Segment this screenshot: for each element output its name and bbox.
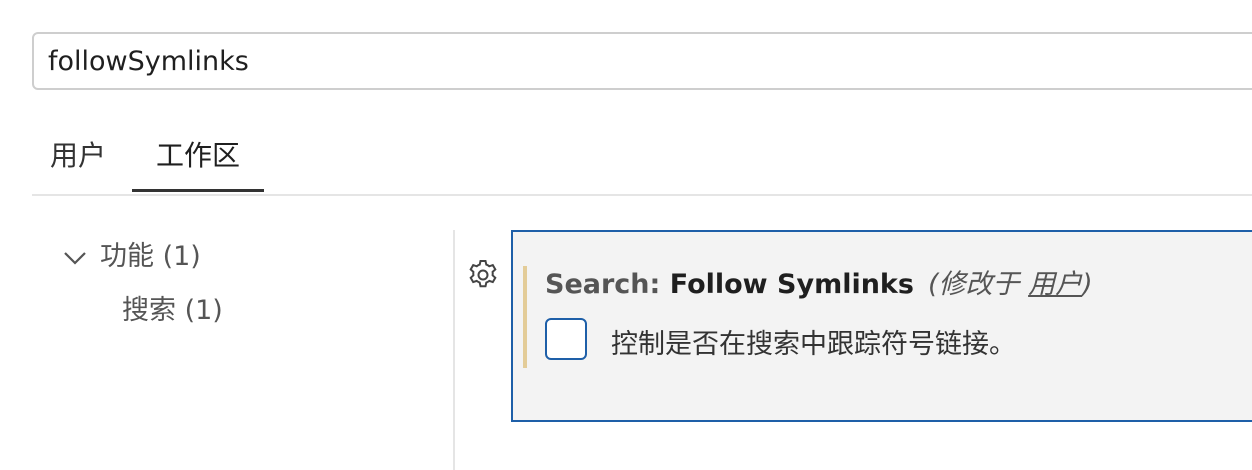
chevron-down-icon[interactable] [60, 246, 90, 270]
setting-name: Follow Symlinks [669, 269, 914, 300]
toc-divider [453, 230, 455, 470]
settings-search-input[interactable] [48, 34, 1228, 88]
toc-item-features-label: 功能 (1) [100, 241, 201, 272]
toc-item-search-label: 搜索 (1) [122, 295, 223, 326]
follow-symlinks-checkbox[interactable] [545, 318, 587, 360]
modified-indicator [523, 266, 527, 368]
tab-workspace[interactable]: 工作区 [132, 136, 264, 192]
gear-icon[interactable] [466, 258, 500, 292]
setting-item-follow-symlinks[interactable]: Search: Follow Symlinks (修改于 用户) 控制是否在搜索中… [511, 230, 1252, 422]
modified-prefix: (修改于 [927, 269, 1029, 300]
settings-scope-tabs: 用户 工作区 [32, 128, 1252, 196]
toc-item-features[interactable]: 功能 (1) [60, 234, 201, 273]
settings-search-box[interactable] [32, 32, 1252, 90]
toc-item-search[interactable]: 搜索 (1) [122, 288, 223, 327]
setting-category: Search: [545, 269, 670, 300]
modified-in-label: (修改于 用户) [928, 269, 1093, 300]
modified-suffix: ) [1082, 269, 1093, 300]
tab-user[interactable]: 用户 [50, 136, 106, 192]
setting-description: 控制是否在搜索中跟踪符号链接。 [611, 329, 1016, 360]
modified-in-user-link[interactable]: 用户 [1028, 269, 1082, 300]
setting-title: Search: Follow Symlinks (修改于 用户) [545, 262, 1093, 301]
